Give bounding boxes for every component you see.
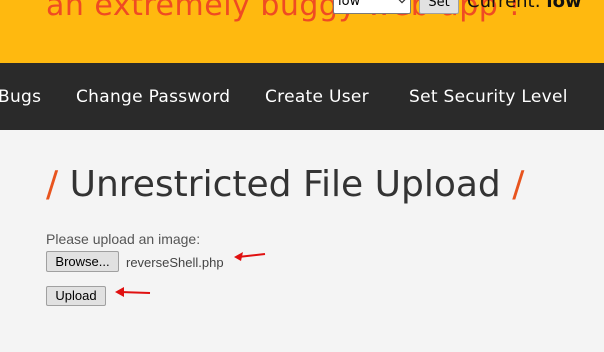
- page-title: / Unrestricted File Upload /: [46, 164, 524, 205]
- main-nav: Bugs Change Password Create User Set Sec…: [0, 63, 604, 130]
- nav-item-change-password[interactable]: Change Password: [76, 87, 230, 107]
- security-level-select[interactable]: low: [333, 0, 411, 14]
- upload-button[interactable]: Upload: [46, 286, 106, 306]
- nav-item-set-security-level[interactable]: Set Security Level: [409, 87, 568, 107]
- current-security-prefix: Current:: [467, 0, 541, 12]
- nav-item-create-user[interactable]: Create User: [265, 87, 369, 107]
- nav-item-bugs[interactable]: Bugs: [0, 87, 41, 107]
- title-slash-right: /: [512, 164, 525, 205]
- main-content: / Unrestricted File Upload / Please uplo…: [0, 130, 604, 352]
- title-slash-left: /: [46, 164, 59, 205]
- page-title-text: Unrestricted File Upload: [69, 164, 501, 205]
- chevron-down-icon: [398, 0, 406, 4]
- selected-file-name: reverseShell.php: [126, 255, 224, 270]
- annotation-arrow-icon: [234, 252, 266, 261]
- current-security-value: low: [546, 0, 582, 12]
- set-button[interactable]: Set: [419, 0, 459, 14]
- browse-button[interactable]: Browse...: [46, 251, 119, 272]
- security-level-select-value: low: [338, 0, 361, 9]
- upload-image-label: Please upload an image:: [46, 231, 201, 247]
- annotation-arrow-icon: [115, 287, 151, 297]
- current-security-level: Current: low: [467, 0, 582, 12]
- header-bar: an extremely buggy web app ! low Set Cur…: [0, 0, 604, 63]
